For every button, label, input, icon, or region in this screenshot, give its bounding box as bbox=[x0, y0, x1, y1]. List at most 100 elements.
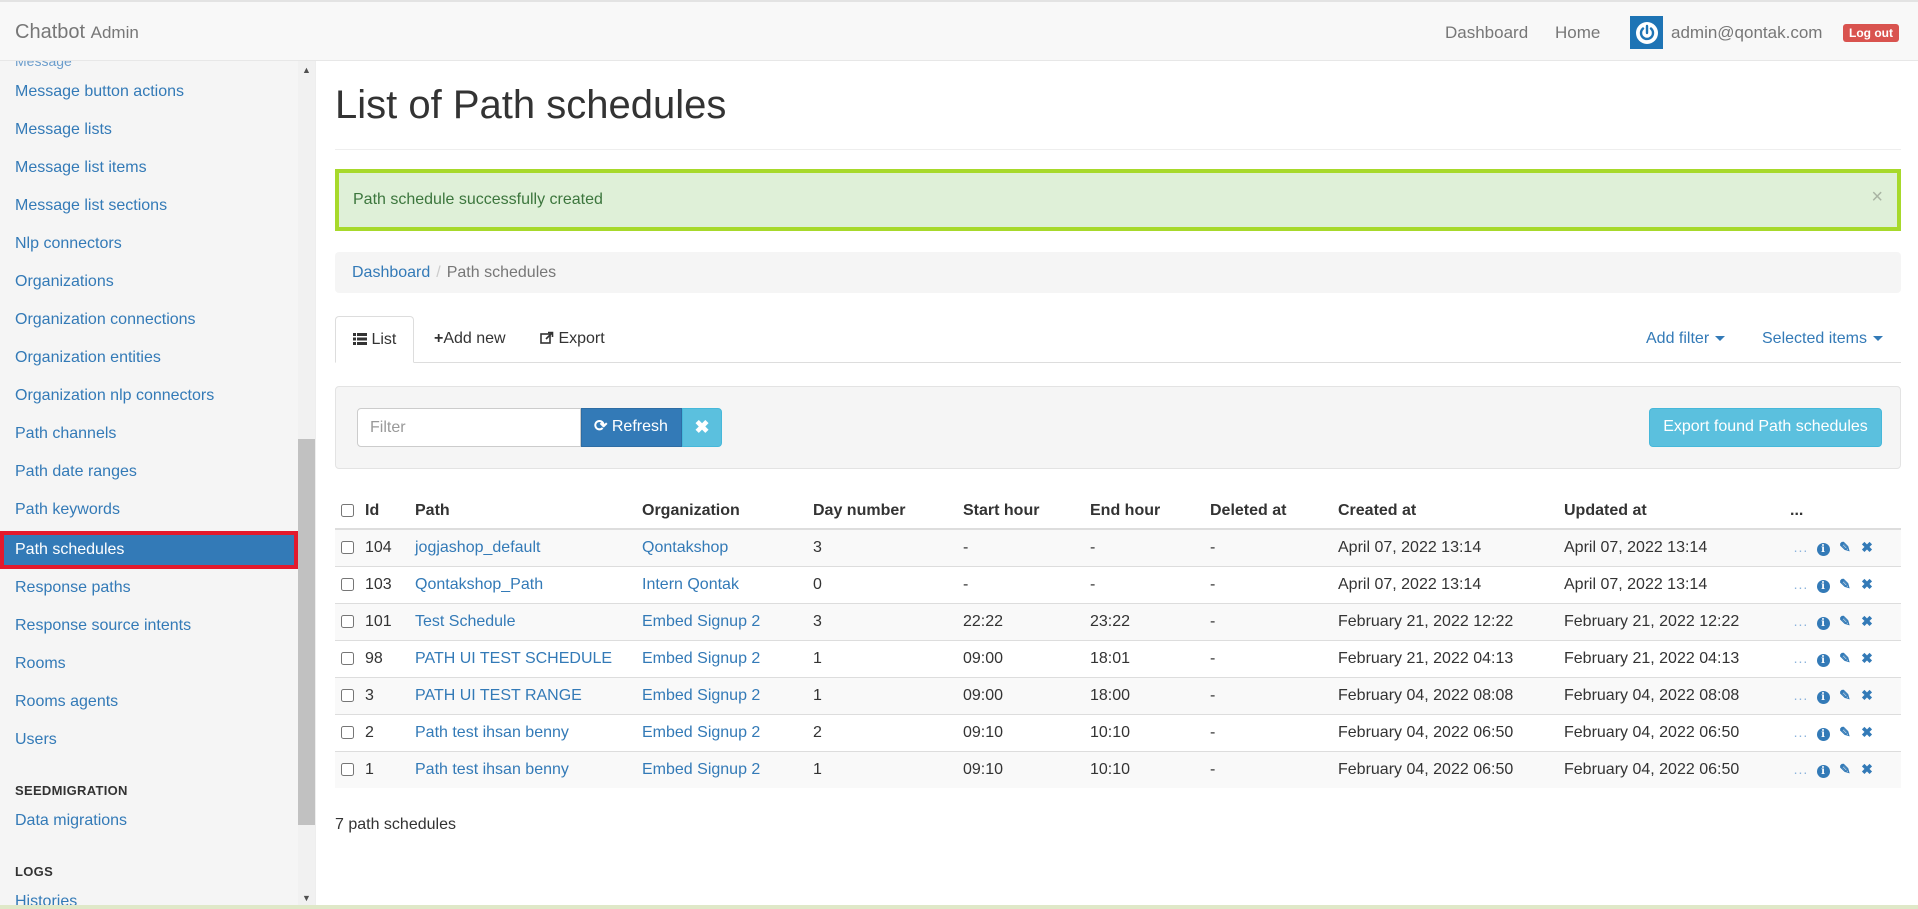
tab-add-new[interactable]: +Add new bbox=[417, 316, 523, 363]
delete-icon[interactable]: ✖ bbox=[1856, 576, 1878, 593]
organization-link[interactable]: Qontakshop bbox=[642, 539, 728, 556]
info-icon[interactable]: i bbox=[1812, 613, 1834, 630]
sidebar-item-organizations[interactable]: Organizations bbox=[0, 264, 298, 302]
sidebar-item-path-keywords[interactable]: Path keywords bbox=[0, 492, 298, 530]
scrollbar-thumb[interactable] bbox=[298, 439, 315, 825]
organization-link[interactable]: Embed Signup 2 bbox=[642, 687, 760, 704]
organization-link[interactable]: Embed Signup 2 bbox=[642, 724, 760, 741]
sidebar-item-message-lists[interactable]: Message lists bbox=[0, 112, 298, 150]
organization-link[interactable]: Embed Signup 2 bbox=[642, 650, 760, 667]
cell-created-at: February 04, 2022 06:50 bbox=[1338, 750, 1564, 788]
info-icon[interactable]: i bbox=[1812, 539, 1834, 556]
pencil-icon[interactable]: ✎ bbox=[1834, 650, 1856, 667]
pencil-icon[interactable]: ✎ bbox=[1834, 613, 1856, 630]
column-header-updated-at[interactable]: Updated at bbox=[1564, 493, 1790, 530]
delete-icon[interactable]: ✖ bbox=[1856, 687, 1878, 704]
column-header-id[interactable]: Id bbox=[365, 493, 415, 530]
ellipsis-icon[interactable]: ... bbox=[1790, 650, 1812, 666]
filter-input[interactable] bbox=[357, 408, 581, 447]
path-link[interactable]: Qontakshop_Path bbox=[415, 576, 543, 593]
info-icon[interactable]: i bbox=[1812, 576, 1834, 593]
nav-home-link[interactable]: Home bbox=[1555, 23, 1600, 43]
sidebar-item-organization-entities[interactable]: Organization entities bbox=[0, 340, 298, 378]
path-link[interactable]: Path test ihsan benny bbox=[415, 724, 569, 741]
row-checkbox[interactable] bbox=[341, 614, 354, 628]
row-checkbox[interactable] bbox=[341, 541, 354, 555]
pencil-icon[interactable]: ✎ bbox=[1834, 724, 1856, 741]
refresh-button[interactable]: ⟳ Refresh bbox=[581, 408, 682, 447]
ellipsis-icon[interactable]: ... bbox=[1790, 613, 1812, 629]
tab-list[interactable]: List bbox=[335, 316, 415, 363]
sidebar-item-organization-connections[interactable]: Organization connections bbox=[0, 302, 298, 340]
organization-link[interactable]: Intern Qontak bbox=[642, 576, 739, 593]
sidebar-item-data-migrations[interactable]: Data migrations bbox=[0, 803, 298, 841]
path-link[interactable]: PATH UI TEST RANGE bbox=[415, 687, 582, 704]
column-header-start-hour[interactable]: Start hour bbox=[963, 493, 1090, 530]
row-checkbox[interactable] bbox=[341, 763, 354, 777]
delete-icon[interactable]: ✖ bbox=[1856, 650, 1878, 667]
organization-link[interactable]: Embed Signup 2 bbox=[642, 613, 760, 630]
pencil-icon[interactable]: ✎ bbox=[1834, 761, 1856, 778]
sidebar-item-nlp-connectors[interactable]: Nlp connectors bbox=[0, 226, 298, 264]
selected-items-dropdown[interactable]: Selected items bbox=[1762, 316, 1883, 362]
column-header-organization[interactable]: Organization bbox=[642, 493, 813, 530]
clear-filter-button[interactable]: ✖ bbox=[682, 408, 722, 447]
organization-link[interactable]: Embed Signup 2 bbox=[642, 761, 760, 778]
column-header-end-hour[interactable]: End hour bbox=[1090, 493, 1210, 530]
sidebar-item-organization-nlp-connectors[interactable]: Organization nlp connectors bbox=[0, 378, 298, 416]
info-icon[interactable]: i bbox=[1812, 724, 1834, 741]
sidebar-item-users[interactable]: Users bbox=[0, 722, 298, 760]
path-link[interactable]: Test Schedule bbox=[415, 613, 516, 630]
cell-end-hour: 23:22 bbox=[1090, 602, 1210, 640]
row-checkbox[interactable] bbox=[341, 651, 354, 665]
info-icon[interactable]: i bbox=[1812, 650, 1834, 667]
sidebar-item-response-paths[interactable]: Response paths bbox=[0, 570, 298, 608]
row-checkbox[interactable] bbox=[341, 577, 354, 591]
add-filter-dropdown[interactable]: Add filter bbox=[1646, 316, 1726, 362]
sidebar-item-message-list-sections[interactable]: Message list sections bbox=[0, 188, 298, 226]
scroll-down-arrow-icon[interactable]: ▼ bbox=[302, 893, 311, 903]
column-header-path[interactable]: Path bbox=[415, 493, 642, 530]
row-checkbox[interactable] bbox=[341, 725, 354, 739]
sidebar-item-response-source-intents[interactable]: Response source intents bbox=[0, 608, 298, 646]
delete-icon[interactable]: ✖ bbox=[1856, 539, 1878, 556]
delete-icon[interactable]: ✖ bbox=[1856, 761, 1878, 778]
nav-dashboard-link[interactable]: Dashboard bbox=[1445, 23, 1528, 43]
select-all-checkbox[interactable] bbox=[341, 503, 354, 517]
export-found-button[interactable]: Export found Path schedules bbox=[1649, 408, 1882, 447]
ellipsis-icon[interactable]: ... bbox=[1790, 761, 1812, 777]
column-header-day-number[interactable]: Day number bbox=[813, 493, 963, 530]
column-header-created-at[interactable]: Created at bbox=[1338, 493, 1564, 530]
scroll-up-arrow-icon[interactable]: ▲ bbox=[302, 65, 311, 75]
info-icon[interactable]: i bbox=[1812, 761, 1834, 778]
path-link[interactable]: Path test ihsan benny bbox=[415, 761, 569, 778]
close-icon[interactable]: × bbox=[1871, 170, 1883, 224]
tab-export[interactable]: Export bbox=[523, 316, 622, 363]
sidebar-item-path-date-ranges[interactable]: Path date ranges bbox=[0, 454, 298, 492]
pencil-icon[interactable]: ✎ bbox=[1834, 576, 1856, 593]
ellipsis-icon[interactable]: ... bbox=[1790, 724, 1812, 740]
ellipsis-icon[interactable]: ... bbox=[1790, 576, 1812, 592]
path-link[interactable]: PATH UI TEST SCHEDULE bbox=[415, 650, 612, 667]
pencil-icon[interactable]: ✎ bbox=[1834, 539, 1856, 556]
ellipsis-icon[interactable]: ... bbox=[1790, 539, 1812, 555]
app-brand[interactable]: Chatbot Admin bbox=[15, 21, 139, 44]
user-email-link[interactable]: admin@qontak.com bbox=[1671, 23, 1822, 43]
sidebar-item-rooms-agents[interactable]: Rooms agents bbox=[0, 684, 298, 722]
sidebar-item-message-list-items[interactable]: Message list items bbox=[0, 150, 298, 188]
path-link[interactable]: jogjashop_default bbox=[415, 539, 540, 556]
sidebar-item-path-channels[interactable]: Path channels bbox=[0, 416, 298, 454]
column-header-deleted-at[interactable]: Deleted at bbox=[1210, 493, 1338, 530]
info-icon[interactable]: i bbox=[1812, 687, 1834, 704]
ellipsis-icon[interactable]: ... bbox=[1790, 687, 1812, 703]
breadcrumb-dashboard[interactable]: Dashboard bbox=[352, 264, 430, 281]
delete-icon[interactable]: ✖ bbox=[1856, 724, 1878, 741]
sidebar-item-rooms[interactable]: Rooms bbox=[0, 646, 298, 684]
sidebar-item-path-schedules[interactable]: Path schedules bbox=[0, 531, 298, 569]
sidebar-scrollbar[interactable]: ▲ ▼ bbox=[298, 61, 315, 909]
logout-button[interactable]: Log out bbox=[1843, 24, 1899, 42]
row-checkbox[interactable] bbox=[341, 688, 354, 702]
sidebar-item-message-button-actions[interactable]: Message button actions bbox=[0, 74, 298, 112]
delete-icon[interactable]: ✖ bbox=[1856, 613, 1878, 630]
pencil-icon[interactable]: ✎ bbox=[1834, 687, 1856, 704]
